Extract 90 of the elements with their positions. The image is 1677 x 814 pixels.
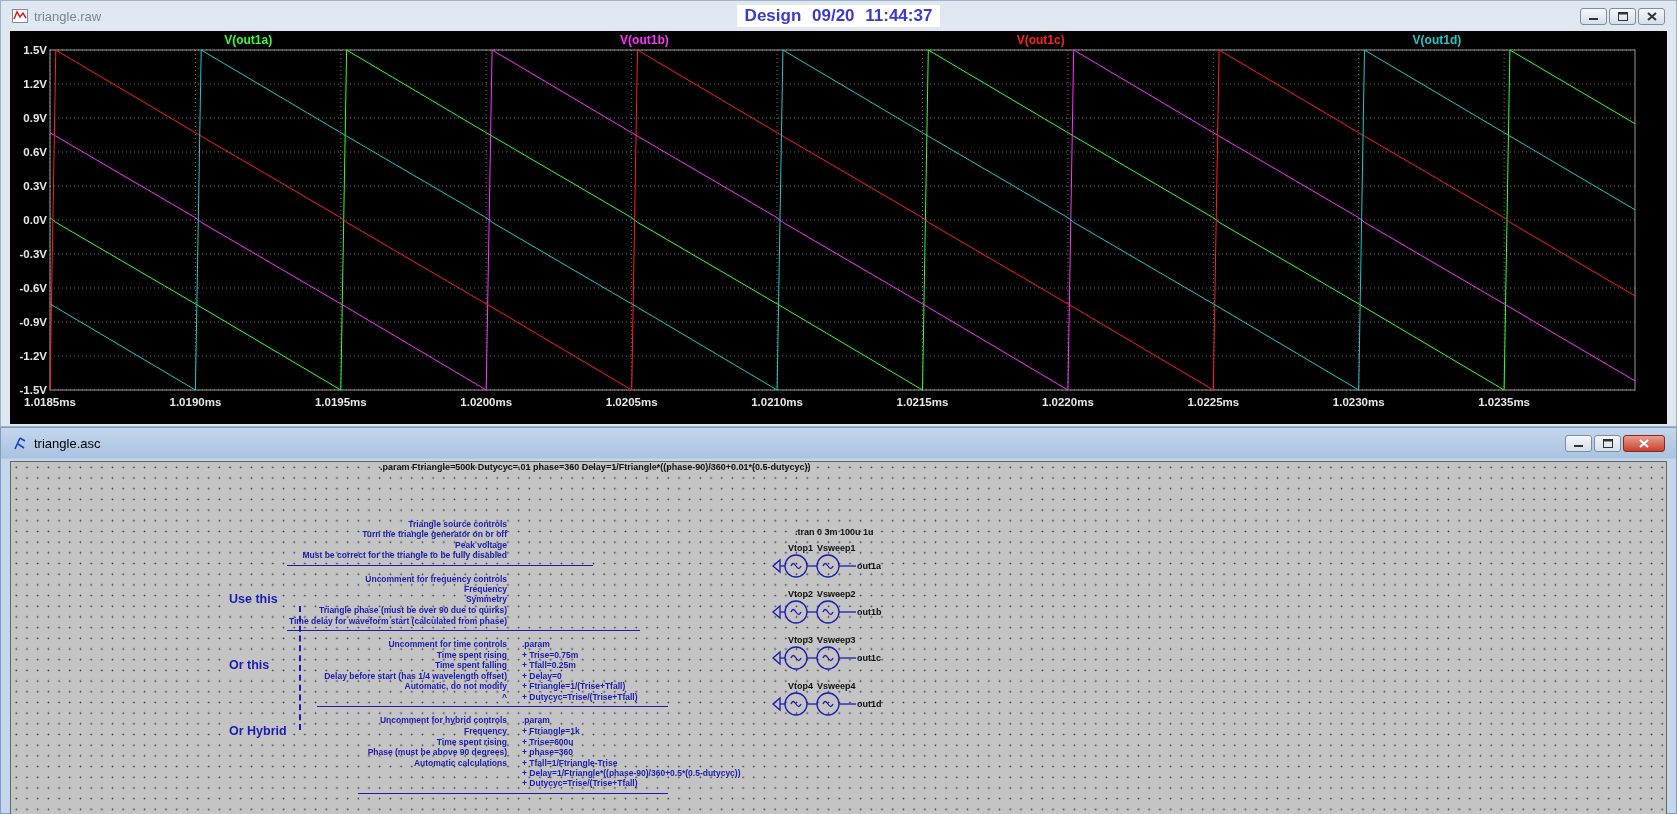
x-tick-label: 1.0195ms bbox=[314, 396, 367, 408]
y-tick-label: -1.2V bbox=[19, 350, 47, 362]
spice-directive: + Tfall=0.25m bbox=[521, 660, 576, 672]
comment-text: Time spent falling bbox=[434, 660, 507, 671]
comment-text: Frequency bbox=[464, 584, 507, 595]
minimize-button[interactable] bbox=[1580, 7, 1607, 25]
y-tick-label: 1.5V bbox=[23, 44, 47, 56]
waveform-icon bbox=[12, 8, 28, 24]
x-tick-label: 1.0205ms bbox=[605, 396, 658, 408]
net-label: out1d bbox=[857, 699, 882, 710]
comment-text: Must be correct for the triangle to be fully disabled bbox=[302, 550, 507, 561]
window-title: triangle.asc bbox=[34, 435, 101, 451]
component-label: Vtop1 bbox=[788, 543, 813, 554]
minimize-button[interactable] bbox=[1565, 434, 1592, 452]
x-tick-label: 1.0235ms bbox=[1478, 396, 1531, 408]
y-tick-label: 0.9V bbox=[23, 112, 47, 124]
section-label: Or this bbox=[227, 657, 272, 675]
y-tick-label: -0.6V bbox=[19, 282, 47, 294]
section-label: Or Hybrid bbox=[227, 722, 289, 740]
spice-directive: .param bbox=[521, 639, 550, 650]
spice-directive: .param Ftriangle=500k Dutycyc=.01 phase=360 Delay=1/Ftriangle*((phase-90)/360+0.01*(0.5-dutycyc)) bbox=[380, 462, 811, 472]
y-tick-label: 0.3V bbox=[23, 180, 47, 192]
x-tick-label: 1.0230ms bbox=[1332, 396, 1385, 408]
window-title: triangle.raw bbox=[34, 8, 102, 24]
component-label: Vtop4 bbox=[788, 681, 813, 692]
net-label: out1b bbox=[857, 607, 882, 618]
spice-directive: + Ftriangle=1/(Trise+Tfall) bbox=[521, 681, 626, 692]
comment-text: Delay before start (has 1/4 wavelength offset) bbox=[324, 671, 507, 682]
x-tick-label: 1.0220ms bbox=[1042, 396, 1094, 408]
comment-text: Triangle source controls bbox=[408, 519, 507, 530]
x-tick-label: 1.0215ms bbox=[896, 396, 949, 408]
comment-text: Time spent rising bbox=[436, 736, 507, 748]
net-label: out1c bbox=[857, 653, 881, 664]
y-tick-label: 0.0V bbox=[23, 214, 47, 226]
x-tick-label: 1.0200ms bbox=[460, 396, 513, 408]
y-tick-label: -0.3V bbox=[19, 248, 47, 260]
maximize-icon bbox=[1617, 11, 1628, 21]
schematic-icon bbox=[12, 435, 28, 451]
x-tick-label: 1.0185ms bbox=[24, 396, 76, 408]
net-label: out1a bbox=[857, 561, 881, 572]
series-label: V(out1c) bbox=[1016, 33, 1065, 47]
close-icon bbox=[1646, 11, 1657, 21]
comment-text: Uncomment for hybrid controls bbox=[379, 715, 507, 726]
comment-text: Peak voltage bbox=[455, 539, 507, 551]
component-label: Vsweep1 bbox=[817, 543, 856, 554]
y-tick-label: -0.9V bbox=[19, 316, 47, 328]
comment-text: Time spent rising bbox=[436, 649, 507, 661]
spice-directive: + Delay=0 bbox=[521, 671, 562, 682]
close-button[interactable] bbox=[1638, 7, 1665, 25]
component-label: Vsweep2 bbox=[817, 589, 856, 600]
spice-directive: + phase=360 bbox=[521, 747, 574, 758]
spice-directive: + Tfall=1/Ftriangle-Trise bbox=[521, 757, 618, 768]
spice-directive: .param bbox=[521, 715, 550, 726]
plot-title: Design 09/20 11:44:37 bbox=[736, 5, 941, 27]
maximize-icon bbox=[1602, 438, 1613, 448]
component-label: Vsweep3 bbox=[817, 635, 856, 646]
comment-text: Turn the triangle generator on or off bbox=[362, 529, 507, 540]
comment-text: Automatic calculations bbox=[413, 757, 507, 768]
y-tick-label: 0.6V bbox=[23, 146, 47, 158]
maximize-button[interactable] bbox=[1609, 7, 1636, 25]
spice-directive: + Trise=0.75m bbox=[521, 649, 579, 661]
component-label: Vtop2 bbox=[788, 589, 813, 600]
series-label: V(out1d) bbox=[1412, 33, 1462, 47]
comment-text: Uncomment for frequency controls bbox=[365, 573, 507, 585]
comment-text: Triangle phase (must be over 90 due to quirks) bbox=[319, 605, 507, 616]
spice-directive: .tran 0 3m 100u 1u bbox=[795, 527, 874, 538]
spice-directive: + Dutycyc=Trise/(Trise+Tfall) bbox=[521, 691, 638, 703]
component-label: Vsweep4 bbox=[817, 681, 856, 692]
spice-directive: + Dutycyc=Trise/(Trise+Tfall) bbox=[521, 778, 638, 789]
comment-text: Frequency bbox=[464, 725, 507, 737]
series-label: V(out1b) bbox=[620, 33, 669, 47]
x-tick-label: 1.0210ms bbox=[751, 396, 803, 408]
series-label: V(out1a) bbox=[224, 33, 273, 47]
y-tick-label: 1.2V bbox=[23, 78, 47, 90]
x-tick-label: 1.0225ms bbox=[1187, 396, 1240, 408]
section-label: Use this bbox=[227, 591, 280, 609]
y-tick-label: -1.5V bbox=[19, 384, 47, 396]
spice-directive: + Trise=600u bbox=[521, 736, 574, 748]
component-label: Vtop3 bbox=[788, 635, 813, 646]
close-button[interactable] bbox=[1623, 434, 1665, 452]
spice-directive: + Ftriangle=1k bbox=[521, 725, 580, 737]
x-tick-label: 1.0190ms bbox=[169, 396, 222, 408]
spice-directive: + Delay=1/Ftriangle*((phase-90)/360+0.5*(0.5-dutycyc)) bbox=[521, 767, 741, 779]
maximize-button[interactable] bbox=[1594, 434, 1621, 452]
comment-text: Symmetry bbox=[465, 594, 507, 605]
comment-text: Uncomment for time controls bbox=[388, 639, 507, 650]
comment-text: ^ bbox=[502, 691, 507, 703]
comment-text: Phase (must be above 90 degrees) bbox=[367, 747, 507, 758]
close-icon bbox=[1639, 438, 1649, 448]
comment-text: Automatic, do not modify bbox=[404, 681, 507, 692]
